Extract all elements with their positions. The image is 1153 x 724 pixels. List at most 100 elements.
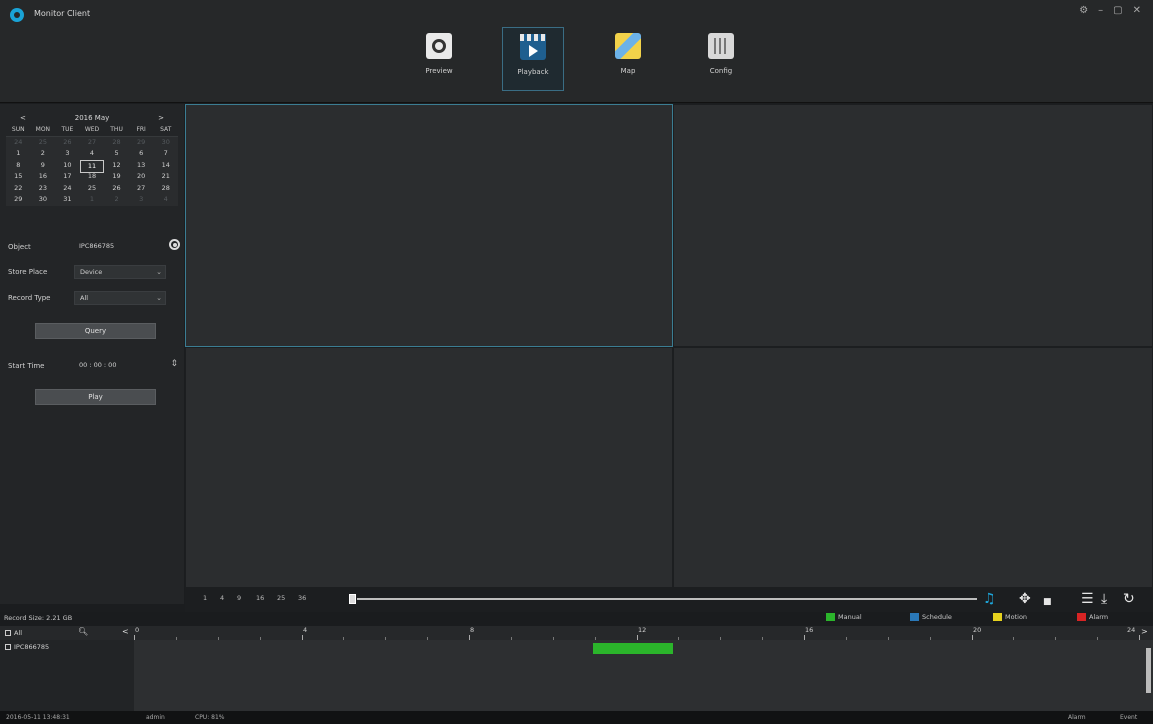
progress-slider-handle[interactable] <box>349 594 356 604</box>
calendar-day[interactable]: 20 <box>129 171 154 183</box>
zoom-in-icon[interactable]: 🔍︎ <box>78 627 88 636</box>
nav-playback-button[interactable]: Playback <box>502 27 564 91</box>
loop-icon[interactable]: ↻ <box>1123 591 1135 607</box>
alarm-tab[interactable]: Alarm <box>1068 714 1086 721</box>
record-type-select[interactable]: All ⌄ <box>74 291 166 305</box>
nav-config-button[interactable]: Config <box>690 27 752 91</box>
calendar-day[interactable]: 26 <box>104 183 129 195</box>
layout-4-button[interactable]: 4 <box>220 594 224 602</box>
calendar-day[interactable]: 1 <box>6 148 31 160</box>
store-place-value: Device <box>80 268 103 276</box>
timeline-tick-label: 24 <box>1127 626 1136 634</box>
timeline-scrollbar[interactable] <box>1144 640 1153 711</box>
calendar-day[interactable]: 2 <box>104 194 129 206</box>
nav-preview-label: Preview <box>425 67 453 75</box>
timeline-ruler[interactable]: 0 4 8 12 16 20 24 <box>134 626 1140 640</box>
start-time-input[interactable]: 00 : 00 : 00 ⇕ <box>74 359 178 373</box>
calendar-prev-button[interactable]: < <box>20 114 26 122</box>
stop-icon[interactable]: ■ <box>1043 594 1052 610</box>
calendar-weekday: THU <box>110 126 123 133</box>
layout-9-button[interactable]: 9 <box>237 594 241 602</box>
window-controls: ⚙ – ▢ ✕ <box>1079 5 1141 16</box>
legend-schedule-label: Schedule <box>922 613 952 621</box>
channel-checkbox[interactable]: IPC866785 <box>5 643 49 651</box>
store-place-select[interactable]: Device ⌄ <box>74 265 166 279</box>
download-icon[interactable]: ⤓ <box>1101 591 1107 607</box>
minimize-icon[interactable]: – <box>1098 5 1103 16</box>
calendar-day[interactable]: 27 <box>80 137 105 149</box>
calendar-day[interactable]: 18 <box>80 171 105 183</box>
layout-1-button[interactable]: 1 <box>203 594 207 602</box>
video-cell-3[interactable] <box>185 347 673 588</box>
calendar-week-row: 1234567 <box>6 148 178 160</box>
layout-16-button[interactable]: 16 <box>256 594 264 602</box>
calendar-day[interactable]: 7 <box>153 148 178 160</box>
calendar-day[interactable]: 17 <box>55 171 80 183</box>
progress-slider[interactable] <box>357 598 977 600</box>
calendar-day[interactable]: 29 <box>6 194 31 206</box>
calendar-day[interactable]: 25 <box>31 137 56 149</box>
record-segment-manual[interactable] <box>593 643 673 654</box>
close-icon[interactable]: ✕ <box>1133 5 1141 16</box>
query-button[interactable]: Query <box>35 323 156 339</box>
nav-preview-button[interactable]: Preview <box>408 27 470 91</box>
calendar-day[interactable]: 25 <box>80 183 105 195</box>
calendar-week-row: 29 30 31 1 2 3 4 <box>6 194 178 206</box>
camera-select-icon[interactable] <box>169 239 180 250</box>
calendar-weekday: SUN <box>11 126 25 133</box>
nav-map-button[interactable]: Map <box>597 27 659 91</box>
fullscreen-icon[interactable]: ✥ <box>1019 591 1031 607</box>
video-cell-1[interactable] <box>185 104 673 347</box>
volume-icon[interactable]: ♫ <box>983 591 996 607</box>
calendar-day[interactable]: 29 <box>129 137 154 149</box>
calendar-day[interactable]: 30 <box>31 194 56 206</box>
calendar-day[interactable]: 15 <box>6 171 31 183</box>
play-button[interactable]: Play <box>35 389 156 405</box>
calendar-day[interactable]: 5 <box>104 148 129 160</box>
calendar-day[interactable]: 30 <box>153 137 178 149</box>
calendar-day[interactable]: 16 <box>31 171 56 183</box>
calendar-day[interactable]: 27 <box>129 183 154 195</box>
object-row: Object IPC866785 <box>8 239 180 254</box>
list-icon[interactable]: ☰ <box>1081 591 1094 607</box>
legend-manual-label: Manual <box>838 613 862 621</box>
video-cell-4[interactable] <box>673 347 1153 588</box>
timeline-track[interactable] <box>134 640 1144 711</box>
event-tab[interactable]: Event <box>1120 714 1137 721</box>
calendar-day[interactable]: 4 <box>80 148 105 160</box>
calendar-day[interactable]: 26 <box>55 137 80 149</box>
layout-36-button[interactable]: 36 <box>298 594 306 602</box>
calendar-day[interactable]: 24 <box>55 183 80 195</box>
settings-icon[interactable]: ⚙ <box>1079 5 1088 16</box>
calendar-day[interactable]: 6 <box>129 148 154 160</box>
calendar-day[interactable]: 31 <box>55 194 80 206</box>
calendar-next-button[interactable]: > <box>158 114 164 122</box>
legend-schedule: Schedule <box>910 613 952 621</box>
calendar-day[interactable]: 4 <box>153 194 178 206</box>
chevron-down-icon: ⌄ <box>156 294 162 302</box>
timeline-prev-button[interactable]: < <box>122 627 129 636</box>
calendar-day[interactable]: 19 <box>104 171 129 183</box>
object-field[interactable]: IPC866785 <box>74 239 180 254</box>
calendar-day[interactable]: 28 <box>153 183 178 195</box>
calendar-day[interactable]: 22 <box>6 183 31 195</box>
calendar-day[interactable]: 3 <box>55 148 80 160</box>
layout-25-button[interactable]: 25 <box>277 594 285 602</box>
calendar-day[interactable]: 28 <box>104 137 129 149</box>
calendar-day[interactable]: 2 <box>31 148 56 160</box>
calendar-day[interactable]: 24 <box>6 137 31 149</box>
record-type-label: Record Type <box>8 294 51 302</box>
timeline-next-button[interactable]: > <box>1141 627 1148 636</box>
calendar-day[interactable]: 23 <box>31 183 56 195</box>
select-all-checkbox[interactable]: All <box>5 629 22 637</box>
search-panel: < 2016 May > SUN MON TUE WED THU FRI SAT 24 25 2… <box>0 104 184 604</box>
status-user: admin <box>146 714 165 721</box>
scrollbar-thumb[interactable] <box>1146 648 1151 693</box>
calendar-day[interactable]: 1 <box>80 194 105 206</box>
calendar-day[interactable]: 21 <box>153 171 178 183</box>
maximize-icon[interactable]: ▢ <box>1113 5 1122 16</box>
calendar-day[interactable]: 3 <box>129 194 154 206</box>
calendar-month-title: 2016 May <box>74 114 110 122</box>
video-cell-2[interactable] <box>673 104 1153 347</box>
time-spinner-icon[interactable]: ⇕ <box>170 358 178 370</box>
